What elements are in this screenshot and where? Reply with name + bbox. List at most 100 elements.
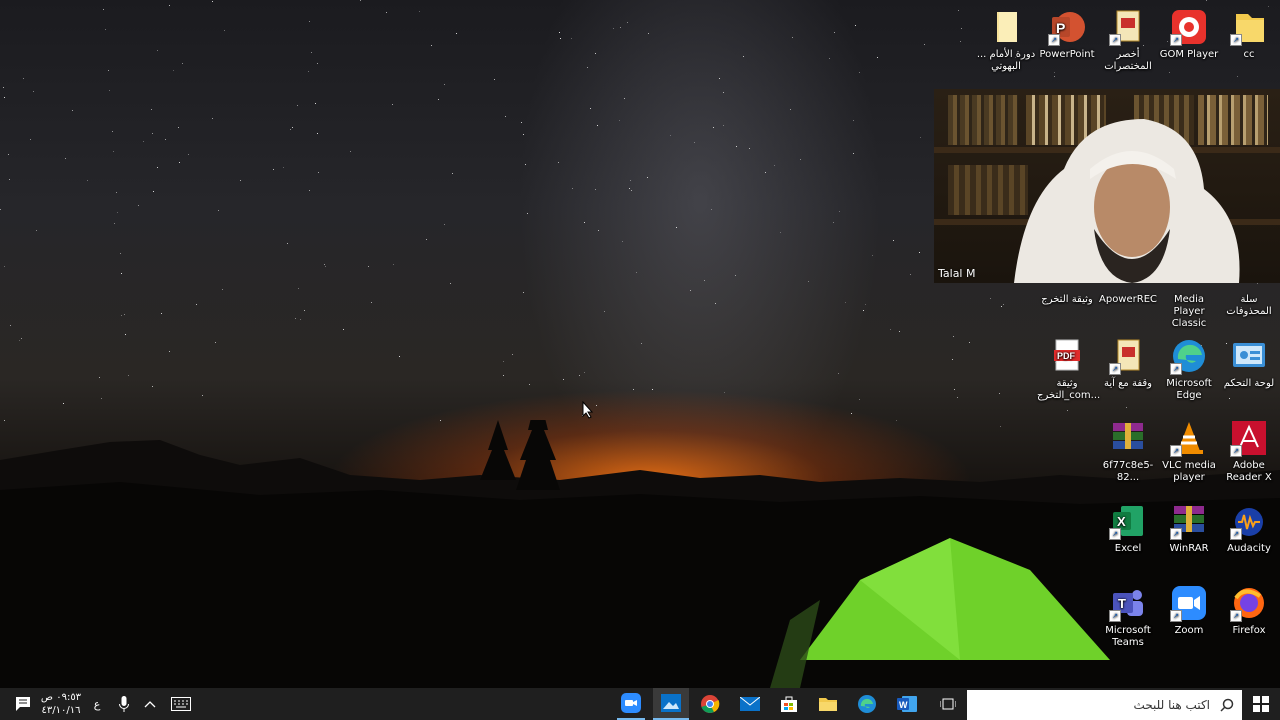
desktop-icon-firefox[interactable]: ↗ Firefox: [1219, 584, 1279, 637]
desktop-icon-apowerrec[interactable]: ApowerREC: [1098, 294, 1158, 306]
star: [957, 397, 958, 398]
desktop-icon-audacity[interactable]: ↗ Audacity: [1219, 502, 1279, 555]
star: [87, 180, 88, 181]
notifications-icon: [16, 697, 30, 711]
star: [859, 399, 860, 400]
star: [419, 11, 420, 12]
taskbar-word[interactable]: W: [893, 688, 921, 720]
desktop-icon-summary-doc[interactable]: ↗ أخصر المختصرات: [1098, 8, 1158, 73]
star: [790, 109, 791, 110]
icon-label: Microsoft Edge: [1166, 378, 1212, 401]
star: [10, 325, 11, 326]
star: [290, 129, 291, 130]
show-hidden-icons-button[interactable]: [140, 688, 160, 720]
participant-name-label: Talal M: [938, 267, 976, 280]
star: [723, 125, 724, 126]
taskbar-edge[interactable]: [853, 688, 881, 720]
document-icon: ↗: [1109, 337, 1147, 375]
star: [723, 92, 724, 93]
star: [1067, 410, 1068, 411]
icon-label: أخصر المختصرات: [1104, 49, 1152, 72]
desktop-icon-control-panel[interactable]: لوحة التحكم: [1219, 337, 1279, 390]
desktop-icon-graduation-pdf[interactable]: PDF وثيقة التخرج_com...: [1037, 337, 1100, 402]
icon-label: Microsoft Teams: [1105, 625, 1151, 648]
star: [297, 105, 298, 106]
desktop-icon-winrar[interactable]: ↗ WinRAR: [1159, 502, 1219, 555]
keyboard-icon: [171, 697, 191, 711]
star: [143, 141, 144, 142]
icon-label: WinRAR: [1169, 543, 1209, 554]
icon-label: VLC media player: [1162, 460, 1216, 483]
start-button[interactable]: [1246, 688, 1276, 720]
taskbar-store[interactable]: [775, 688, 803, 720]
star: [0, 209, 1, 210]
desktop-icon-powerpoint[interactable]: P ↗ PowerPoint: [1037, 8, 1097, 61]
touch-keyboard-button[interactable]: [168, 688, 194, 720]
star: [188, 154, 189, 155]
microphone-button[interactable]: [114, 688, 134, 720]
star: [910, 274, 911, 275]
star: [529, 384, 530, 385]
taskbar-photos[interactable]: [653, 688, 689, 720]
icon-label: 6f77c8e5-82...: [1102, 460, 1154, 483]
star: [23, 78, 24, 79]
input-language-button[interactable]: ع: [88, 688, 106, 720]
star: [833, 222, 834, 223]
clock[interactable]: ٠٩:٥٣ ص ٤٣/١٠/١٦: [38, 688, 84, 720]
star: [652, 389, 653, 390]
star: [431, 45, 432, 46]
star: [920, 137, 921, 138]
desktop-icon-archive[interactable]: 6f77c8e5-82...: [1098, 419, 1158, 484]
pdf-icon: PDF: [1048, 337, 1086, 375]
action-center-button[interactable]: [10, 688, 36, 720]
desktop-icon-verse-doc[interactable]: ↗ وقفة مع آية: [1098, 337, 1158, 390]
star: [924, 44, 925, 45]
chrome-icon: [701, 695, 720, 713]
desktop-icon-course-folder[interactable]: دورة الأمام ... البهوتي: [976, 8, 1036, 73]
edge-icon: ↗: [1170, 337, 1208, 375]
icon-label: Adobe Reader X: [1226, 460, 1272, 483]
desktop-icon-gom-player[interactable]: ↗ GOM Player: [1159, 8, 1219, 61]
taskbar: اكتب هنا للبحث W ع ٠٩:٥٣ ص ٤٣/١٠/١٦: [0, 688, 1280, 720]
star: [152, 133, 153, 134]
taskbar-mail[interactable]: [736, 688, 764, 720]
star: [343, 329, 344, 330]
star: [719, 78, 720, 79]
desktop-icon-media-player-classic[interactable]: Media Player Classic: [1159, 294, 1219, 330]
search-input[interactable]: اكتب هنا للبحث: [967, 690, 1242, 720]
desktop-icon-excel[interactable]: X ↗ Excel: [1098, 502, 1158, 555]
star: [1268, 6, 1269, 7]
taskbar-chrome[interactable]: [696, 688, 724, 720]
star: [33, 91, 34, 92]
task-view-button[interactable]: [934, 688, 962, 720]
winrar-icon: ↗: [1170, 502, 1208, 540]
search-placeholder: اكتب هنا للبحث: [1133, 698, 1210, 712]
star: [629, 188, 630, 189]
taskbar-zoom[interactable]: [617, 688, 645, 720]
star: [121, 273, 122, 274]
taskbar-file-explorer[interactable]: [814, 688, 842, 720]
star: [392, 104, 393, 105]
desktop-icon-zoom[interactable]: ↗ Zoom: [1159, 584, 1219, 637]
desktop-icon-teams[interactable]: T ↗ Microsoft Teams: [1098, 584, 1158, 649]
desktop-icon-recycle-bin[interactable]: سلة المحذوفات: [1219, 294, 1279, 318]
language-indicator: ع: [93, 697, 101, 711]
gom-player-icon: ↗: [1170, 8, 1208, 46]
star: [953, 336, 954, 337]
star: [899, 331, 900, 332]
star: [128, 375, 129, 376]
desktop-icon-edge[interactable]: ↗ Microsoft Edge: [1159, 337, 1219, 402]
desktop-icon-adobe-reader[interactable]: ↗ Adobe Reader X: [1219, 419, 1279, 484]
star: [853, 153, 854, 154]
desktop-icon-vlc[interactable]: ↗ VLC media player: [1159, 419, 1219, 484]
webcam-video-overlay[interactable]: Talal M: [934, 89, 1280, 283]
star: [865, 304, 866, 305]
star: [670, 135, 671, 136]
star: [224, 30, 225, 31]
desktop-icon-graduation-doc[interactable]: وثيقة التخرج: [1037, 294, 1097, 306]
star: [212, 118, 213, 119]
star: [218, 210, 219, 211]
star: [584, 372, 585, 373]
star: [309, 21, 310, 22]
desktop-icon-cc[interactable]: ↗ cc: [1219, 8, 1279, 61]
